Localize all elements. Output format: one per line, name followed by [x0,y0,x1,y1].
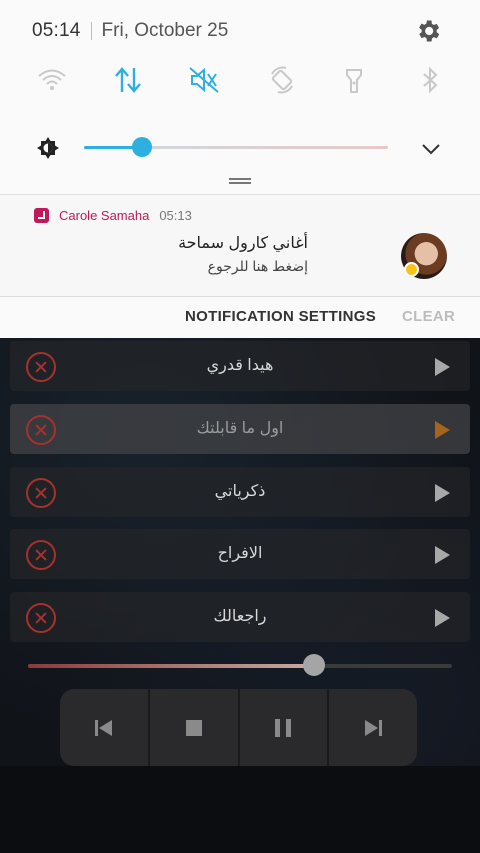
brightness-row [0,130,480,166]
play-icon[interactable] [435,421,450,439]
music-app-icon [34,208,49,223]
notification-time: 05:13 [159,208,192,223]
remove-icon[interactable] [26,415,56,445]
pause-button[interactable] [240,689,330,766]
remove-icon[interactable] [26,540,56,570]
playback-progress-thumb[interactable] [303,654,325,676]
track-title: الافراح [217,545,263,562]
play-icon[interactable] [435,609,450,627]
divider [90,22,92,40]
pause-icon [275,718,292,737]
date-label: Fri, October 25 [101,20,229,41]
rotate-icon [271,66,293,94]
track-row[interactable]: ذكرياتي [10,467,470,517]
chevron-down-icon[interactable] [419,139,443,159]
quick-panel: 05:14 Fri, October 25 [0,0,480,194]
play-icon[interactable] [435,546,450,564]
status-row: 05:14 Fri, October 25 [32,18,228,44]
clear-button[interactable]: CLEAR [402,308,455,325]
track-title: ذكرياتي [214,483,266,500]
brightness-slider[interactable] [84,146,388,149]
bottom-area [0,766,480,853]
mute-icon [189,67,219,93]
flashlight-icon [346,69,362,93]
remove-icon[interactable] [26,603,56,633]
toggle-mobile-data[interactable] [108,60,148,100]
next-icon [365,719,383,736]
stop-button[interactable] [150,689,240,766]
data-arrows-icon [115,67,141,93]
toggle-flashlight[interactable] [334,60,374,100]
toggle-wifi[interactable] [32,60,72,100]
brightness-thumb[interactable] [132,137,152,157]
track-row-active[interactable]: اول ما قابلتك [10,404,470,454]
panel-drag-handle[interactable] [229,178,251,184]
track-title: هيدا قدري [206,357,274,374]
playback-progress-bar[interactable] [28,664,452,668]
clock: 05:14 [32,20,81,41]
notification-header: Carole Samaha 05:13 [34,208,192,223]
notification-actions: NOTIFICATION SETTINGS CLEAR [0,296,480,338]
settings-gear-icon[interactable] [414,17,442,45]
notification-settings-button[interactable]: NOTIFICATION SETTINGS [185,308,376,325]
track-row[interactable]: الافراح [10,529,470,579]
previous-button[interactable] [60,689,150,766]
remove-icon[interactable] [26,352,56,382]
notification-text: إضغط هنا للرجوع [207,258,308,274]
remove-icon[interactable] [26,478,56,508]
toggle-auto-rotate[interactable] [262,60,302,100]
track-row[interactable]: هيدا قدري [10,341,470,391]
toggle-sound[interactable] [184,60,224,100]
track-title: راجعالك [213,608,267,625]
next-button[interactable] [329,689,417,766]
player-controls [60,689,417,766]
previous-icon [94,719,112,736]
play-icon[interactable] [435,484,450,502]
track-row[interactable]: راجعالك [10,592,470,642]
track-title: اول ما قابلتك [196,420,284,437]
bluetooth-icon [423,66,438,94]
play-icon[interactable] [435,358,450,376]
toggle-bluetooth[interactable] [410,60,450,100]
wifi-icon [38,69,66,90]
stop-icon [185,719,202,736]
notification-app-name: Carole Samaha [59,208,150,223]
quick-toggles [0,60,480,100]
playback-progress-fill [28,664,313,668]
music-note-badge-icon [404,262,419,277]
notification-title: أغاني كارول سماحة [178,235,308,252]
brightness-icon [37,137,59,159]
